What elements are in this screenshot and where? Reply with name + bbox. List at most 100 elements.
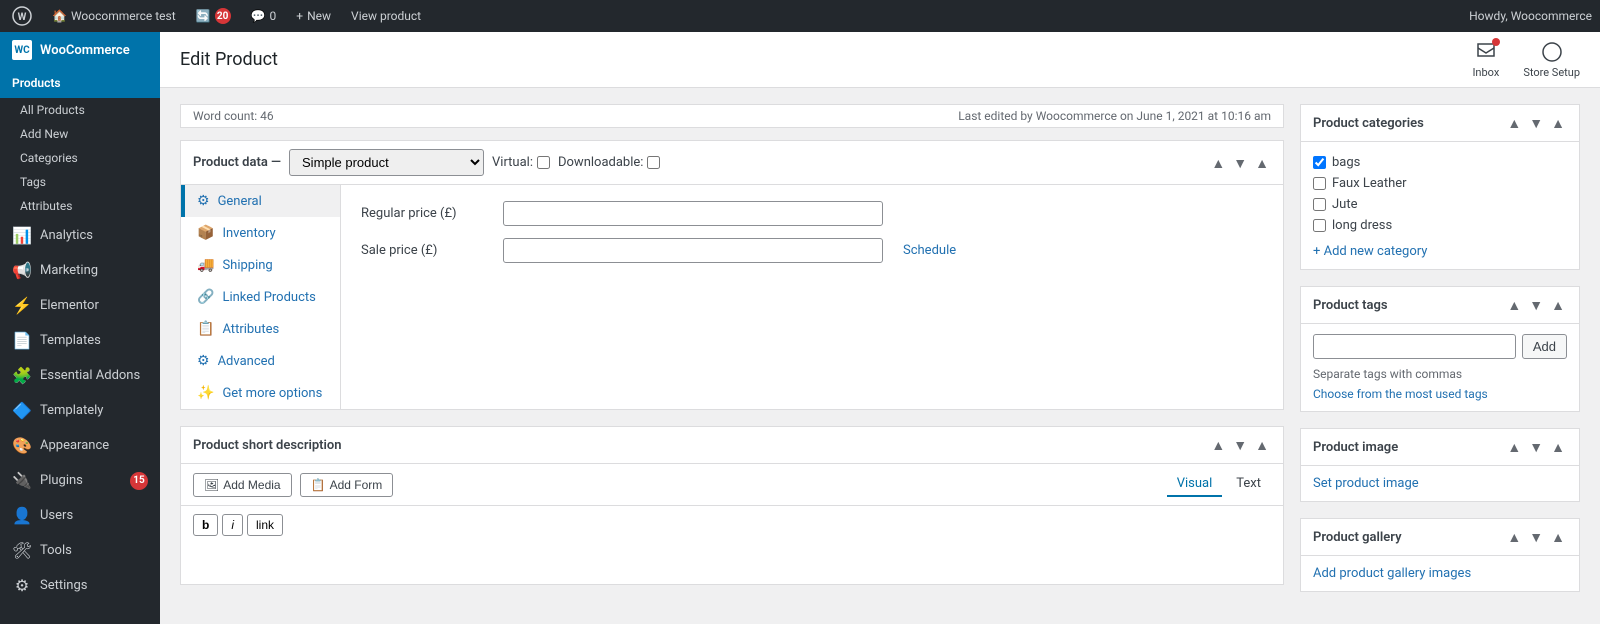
get-more-options-tab-icon: ✨ bbox=[197, 385, 214, 401]
product-gallery-header: Product gallery ▲ ▼ ▲ bbox=[1301, 519, 1579, 556]
attributes-tab-icon: 📋 bbox=[197, 321, 214, 337]
sidebar-item-attributes[interactable]: Attributes bbox=[0, 194, 160, 218]
product-image-title: Product image bbox=[1313, 440, 1398, 455]
updates-item[interactable]: 🔄 20 bbox=[192, 8, 235, 24]
sidebar-item-categories[interactable]: Categories bbox=[0, 146, 160, 170]
virtual-checkbox-label[interactable]: Virtual: bbox=[492, 155, 550, 170]
image-collapse-toggle[interactable]: ▲ bbox=[1549, 437, 1567, 457]
sidebar-item-users[interactable]: 👤 Users bbox=[0, 498, 160, 533]
sidebar-item-add-new[interactable]: Add New bbox=[0, 122, 160, 146]
tab-inventory[interactable]: 📦 Inventory bbox=[181, 217, 340, 249]
add-form-button[interactable]: 📋 Add Form bbox=[300, 473, 394, 497]
add-gallery-link[interactable]: Add product gallery images bbox=[1313, 566, 1567, 581]
store-setup-button[interactable]: Store Setup bbox=[1523, 40, 1580, 79]
woocommerce-brand[interactable]: WC WooCommerce bbox=[0, 32, 160, 68]
categories-collapse-up[interactable]: ▲ bbox=[1505, 113, 1523, 133]
product-data-box: Product data — Simple product Variable p… bbox=[180, 140, 1284, 410]
tags-hint: Separate tags with commas bbox=[1313, 367, 1567, 381]
sidebar-item-templates[interactable]: 📄 Templates bbox=[0, 323, 160, 358]
sidebar-item-appearance[interactable]: 🎨 Appearance bbox=[0, 428, 160, 463]
gallery-collapse-up[interactable]: ▲ bbox=[1505, 527, 1523, 547]
set-product-image-link[interactable]: Set product image bbox=[1313, 476, 1567, 491]
sidebar-item-plugins[interactable]: 🔌 Plugins 15 bbox=[0, 463, 160, 498]
collapse-toggle-btn[interactable]: ▲ bbox=[1253, 153, 1271, 173]
category-checkbox-long-dress[interactable] bbox=[1313, 219, 1326, 232]
image-collapse-down[interactable]: ▼ bbox=[1527, 437, 1545, 457]
short-description-box: Product short description ▲ ▼ ▲ 🖼 Add Me… bbox=[180, 426, 1284, 585]
tags-collapse-down[interactable]: ▼ bbox=[1527, 295, 1545, 315]
tab-shipping[interactable]: 🚚 Shipping bbox=[181, 249, 340, 281]
tab-get-more-options[interactable]: ✨ Get more options bbox=[181, 377, 340, 409]
editor-toolbar: 🖼 Add Media 📋 Add Form Visual Text bbox=[181, 464, 1283, 506]
sale-price-input[interactable] bbox=[503, 238, 883, 263]
content-header: Edit Product Inbox Store Setup bbox=[160, 32, 1600, 88]
add-media-button[interactable]: 🖼 Add Media bbox=[193, 473, 292, 497]
sidebar-item-tools[interactable]: 🛠 Tools bbox=[0, 533, 160, 568]
regular-price-row: Regular price (£) bbox=[361, 201, 1263, 226]
category-checkbox-faux-leather[interactable] bbox=[1313, 177, 1326, 190]
tools-label: Tools bbox=[40, 543, 72, 558]
sidebar-item-essential-addons[interactable]: 🧩 Essential Addons bbox=[0, 358, 160, 393]
virtual-checkbox[interactable] bbox=[537, 156, 550, 169]
short-desc-collapse-toggle[interactable]: ▲ bbox=[1253, 435, 1271, 455]
editor-tabs: Visual Text bbox=[1167, 472, 1271, 497]
tab-visual[interactable]: Visual bbox=[1167, 472, 1223, 497]
editor-area[interactable] bbox=[181, 544, 1283, 584]
comments-item[interactable]: 💬 0 bbox=[247, 9, 281, 23]
tab-attributes[interactable]: 📋 Attributes bbox=[181, 313, 340, 345]
word-count-text: Word count: 46 bbox=[193, 109, 274, 123]
templates-icon: 📄 bbox=[12, 331, 32, 350]
sidebar-item-settings[interactable]: ⚙ Settings bbox=[0, 568, 160, 603]
schedule-link[interactable]: Schedule bbox=[903, 243, 956, 258]
category-checkbox-bags[interactable] bbox=[1313, 156, 1326, 169]
sidebar-item-elementor[interactable]: ⚡ Elementor bbox=[0, 288, 160, 323]
appearance-label: Appearance bbox=[40, 438, 109, 453]
add-tag-button[interactable]: Add bbox=[1522, 334, 1567, 359]
sidebar-item-analytics[interactable]: 📊 Analytics bbox=[0, 218, 160, 253]
shipping-tab-label: Shipping bbox=[222, 258, 272, 273]
add-category-link[interactable]: + Add new category bbox=[1313, 244, 1567, 259]
sidebar-item-templately[interactable]: 🔷 Templately bbox=[0, 393, 160, 428]
sidebar-item-marketing[interactable]: 📢 Marketing bbox=[0, 253, 160, 288]
tab-advanced[interactable]: ⚙ Advanced bbox=[181, 345, 340, 377]
wp-logo-item[interactable]: W bbox=[8, 6, 36, 26]
downloadable-checkbox[interactable] bbox=[647, 156, 660, 169]
bold-button[interactable]: b bbox=[193, 514, 218, 536]
tab-general[interactable]: ⚙ General bbox=[181, 185, 340, 217]
image-collapse-up[interactable]: ▲ bbox=[1505, 437, 1523, 457]
sidebar-item-tags[interactable]: Tags bbox=[0, 170, 160, 194]
product-type-select[interactable]: Simple product Variable product Grouped … bbox=[289, 149, 484, 176]
tab-text[interactable]: Text bbox=[1226, 472, 1271, 497]
collapse-up-btn[interactable]: ▲ bbox=[1209, 153, 1227, 173]
elementor-icon: ⚡ bbox=[12, 296, 32, 315]
collapse-down-btn[interactable]: ▼ bbox=[1231, 153, 1249, 173]
product-gallery-title: Product gallery bbox=[1313, 530, 1402, 545]
products-section-header: Products bbox=[0, 68, 160, 98]
categories-collapse-toggle[interactable]: ▲ bbox=[1549, 113, 1567, 133]
tags-collapse-up[interactable]: ▲ bbox=[1505, 295, 1523, 315]
downloadable-checkbox-label[interactable]: Downloadable: bbox=[558, 155, 660, 170]
inbox-button[interactable]: Inbox bbox=[1472, 40, 1499, 79]
tags-collapse-toggle[interactable]: ▲ bbox=[1549, 295, 1567, 315]
shipping-tab-icon: 🚚 bbox=[197, 257, 214, 273]
new-content-item[interactable]: + New bbox=[292, 9, 335, 23]
regular-price-input[interactable] bbox=[503, 201, 883, 226]
category-checkbox-jute[interactable] bbox=[1313, 198, 1326, 211]
tags-input[interactable] bbox=[1313, 334, 1516, 359]
link-button[interactable]: link bbox=[247, 514, 283, 536]
short-desc-collapse-up[interactable]: ▲ bbox=[1209, 435, 1227, 455]
gallery-collapse-toggle[interactable]: ▲ bbox=[1549, 527, 1567, 547]
gallery-collapse-down[interactable]: ▼ bbox=[1527, 527, 1545, 547]
italic-button[interactable]: i bbox=[222, 514, 243, 536]
advanced-tab-icon: ⚙ bbox=[197, 353, 210, 369]
view-product-item[interactable]: View product bbox=[347, 9, 425, 23]
downloadable-label: Downloadable: bbox=[558, 155, 643, 170]
short-desc-collapse-down[interactable]: ▼ bbox=[1231, 435, 1249, 455]
categories-collapse-down[interactable]: ▼ bbox=[1527, 113, 1545, 133]
sidebar-item-all-products[interactable]: All Products bbox=[0, 98, 160, 122]
choose-tags-link[interactable]: Choose from the most used tags bbox=[1313, 387, 1567, 401]
site-name-item[interactable]: 🏠 Woocommerce test bbox=[48, 9, 180, 23]
main-area: Word count: 46 Last edited by Woocommerc… bbox=[160, 88, 1600, 624]
tab-linked-products[interactable]: 🔗 Linked Products bbox=[181, 281, 340, 313]
tags-input-row: Add bbox=[1313, 334, 1567, 359]
